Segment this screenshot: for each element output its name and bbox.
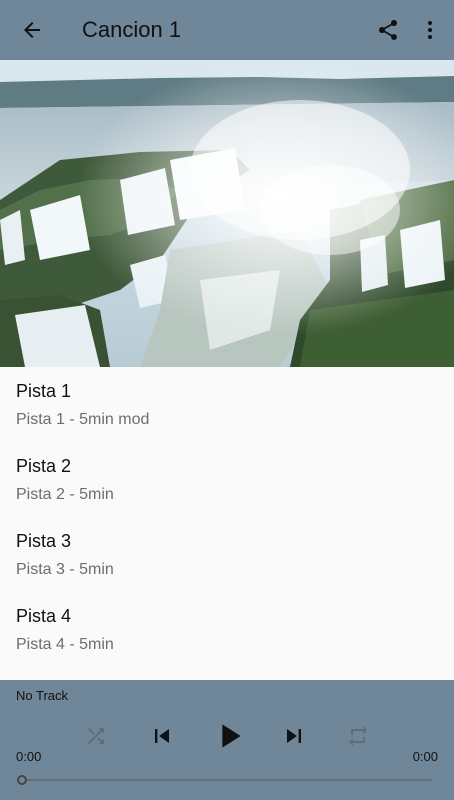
track-subtitle: Pista 3 - 5min [16,561,114,578]
track-item[interactable]: Pista 3 Pista 3 - 5min [0,517,454,592]
track-subtitle: Pista 1 - 5min mod [16,411,150,428]
total-time: 0:00 [412,749,438,764]
track-list: Pista 1 Pista 1 - 5min mod Pista 2 Pista… [0,367,454,680]
repeat-icon [349,726,367,746]
track-item[interactable]: Pista 1 Pista 1 - 5min mod [0,367,454,442]
previous-button[interactable] [146,718,178,754]
repeat-button[interactable] [344,718,372,754]
back-button[interactable] [12,10,52,50]
track-item[interactable]: Pista 4 Pista 4 - 5min [0,592,454,667]
share-icon [379,20,397,40]
player-bar: No Track 0:00 0:00 [0,680,454,800]
seek-thumb[interactable] [17,775,27,785]
skip-next-icon [287,729,301,743]
arrow-back-icon [24,22,40,38]
app-bar: Cancion 1 [0,0,454,60]
seek-bar[interactable] [22,779,432,781]
shuffle-icon [88,728,104,744]
shuffle-button[interactable] [82,718,110,754]
page-title: Cancion 1 [82,17,182,42]
cover-image [0,60,454,367]
track-title: Pista 3 [16,531,72,551]
track-title: Pista 2 [16,456,72,476]
now-playing-label: No Track [16,688,69,703]
track-item[interactable]: Pista 2 Pista 2 - 5min [0,442,454,517]
play-icon [222,724,241,748]
next-button[interactable] [278,718,310,754]
track-subtitle: Pista 2 - 5min [16,486,114,503]
track-title: Pista 1 [16,381,72,401]
skip-previous-icon [155,729,169,743]
share-button[interactable] [368,10,408,50]
track-subtitle: Pista 4 - 5min [16,636,114,653]
more-options-button[interactable] [412,10,448,50]
elapsed-time: 0:00 [16,749,42,764]
more-vert-icon [428,21,432,39]
play-button[interactable] [208,718,250,754]
track-title: Pista 4 [16,606,72,626]
